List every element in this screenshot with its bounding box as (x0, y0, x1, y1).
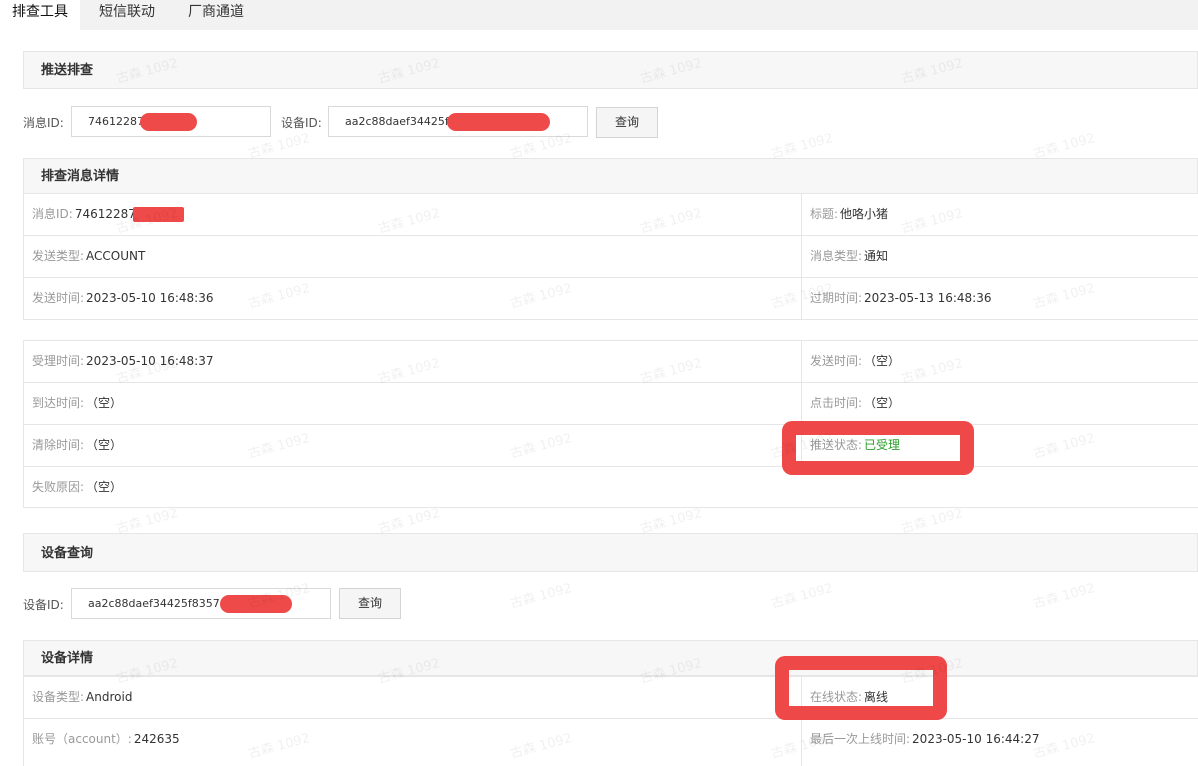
field-key: 清除时间: (32, 438, 85, 452)
table-row: 清除时间: （空） 推送状态: 已受理 (24, 424, 1198, 466)
table-row: 失败原因: （空） (24, 466, 1198, 508)
device-query-header: 设备查询 (23, 533, 1198, 572)
field-key: 设备类型: (32, 690, 85, 704)
redaction-mark (447, 113, 550, 131)
field-value: 2023-05-10 16:48:36 (86, 291, 214, 305)
msg-id-input[interactable]: 74612287 (71, 106, 271, 137)
push-check-header: 推送排查 (23, 51, 1198, 89)
device-query-id-input-value: aa2c88daef34425f835707 (88, 597, 234, 610)
field-key: 受理时间: (32, 354, 85, 368)
field-value: 242635 (133, 732, 180, 746)
push-status-highlight (782, 421, 974, 475)
redaction-mark (140, 113, 197, 131)
device-id-label: 设备ID: (281, 116, 322, 130)
watermark-text: 古森 1092 (1031, 131, 1097, 162)
msg-id-label: 消息ID: (23, 116, 64, 130)
field-key: 到达时间: (32, 396, 85, 410)
table-row: 发送时间: 2023-05-10 16:48:36 过期时间: 2023-05-13… (24, 277, 1198, 319)
watermark-text: 古森 1092 (508, 581, 574, 612)
device-id-input[interactable]: aa2c88daef34425f8 (328, 106, 588, 137)
status-detail-table: 受理时间: 2023-05-10 16:48:37 发送时间: （空） 到达时间: （… (23, 340, 1198, 508)
field-key: 最后一次上线时间: (810, 732, 911, 746)
device-query-id-input[interactable]: aa2c88daef34425f835707 (71, 588, 331, 619)
online-status-highlight (775, 656, 947, 720)
field-key: 标题: (810, 207, 839, 221)
watermark-text: 古森 1092 (769, 131, 835, 162)
field-key: 点击时间: (810, 396, 863, 410)
field-key: 发送时间: (32, 291, 85, 305)
field-key: 消息ID: (32, 207, 73, 221)
field-value: （空） (86, 396, 123, 410)
table-row: 发送类型: ACCOUNT 消息类型: 通知 (24, 235, 1198, 277)
table-row: 到达时间: （空） 点击时间: （空） (24, 382, 1198, 424)
field-key: 发送类型: (32, 249, 85, 263)
field-value: 通知 (864, 249, 889, 263)
field-value: （空） (86, 438, 123, 452)
watermark-text: 古森 1092 (769, 581, 835, 612)
table-row: 消息ID: 74612287 标题: 他咯小猪 (24, 193, 1198, 235)
tab-troubleshoot-tools[interactable]: 排查工具 (0, 0, 80, 30)
device-id-input-value: aa2c88daef34425f8 (345, 115, 456, 128)
field-value: ACCOUNT (86, 249, 146, 263)
field-key: 失败原因: (32, 480, 85, 494)
field-value: 他咯小猪 (840, 207, 889, 221)
redaction-mark (133, 207, 184, 222)
table-row: 账号（account）: 242635 最后一次上线时间: 2023-05-10 1… (24, 718, 1198, 760)
field-value: 2023-05-10 16:44:27 (912, 732, 1040, 746)
device-detail-header: 设备详情 (23, 640, 1198, 676)
device-query-button[interactable]: 查询 (339, 588, 401, 619)
message-detail-table: 消息ID: 74612287 标题: 他咯小猪 发送类型: ACCOUNT 消息类型:… (23, 193, 1198, 320)
device-query-id-label: 设备ID: (23, 598, 64, 612)
watermark-text: 古森 1092 (1031, 581, 1097, 612)
table-row: 设备类型: Android 在线状态: 离线 (24, 676, 1198, 718)
field-key: 消息类型: (810, 249, 863, 263)
field-value: 2023-05-10 16:48:37 (86, 354, 214, 368)
field-value: （空） (864, 354, 901, 368)
field-key: 账号（account）: (32, 732, 132, 746)
device-detail-table: 设备类型: Android 在线状态: 离线 账号（account）: 242635 … (23, 676, 1198, 766)
table-row: 受理时间: 2023-05-10 16:48:37 发送时间: （空） (24, 340, 1198, 382)
field-value: （空） (86, 480, 123, 494)
push-query-button[interactable]: 查询 (596, 107, 658, 138)
field-value: Android (86, 690, 133, 704)
field-value: （空） (864, 396, 901, 410)
tab-vendor-channel[interactable]: 厂商通道 (188, 0, 244, 30)
msg-id-input-value: 74612287 (88, 115, 144, 128)
field-value: 2023-05-13 16:48:36 (864, 291, 992, 305)
tab-sms-linkage[interactable]: 短信联动 (99, 0, 155, 30)
field-key: 发送时间: (810, 354, 863, 368)
tab-bar: 排查工具 短信联动 厂商通道 (0, 0, 1198, 30)
field-value: 74612287 (74, 207, 136, 221)
field-key: 过期时间: (810, 291, 863, 305)
redaction-mark (220, 595, 292, 613)
message-detail-header: 排查消息详情 (23, 158, 1198, 194)
